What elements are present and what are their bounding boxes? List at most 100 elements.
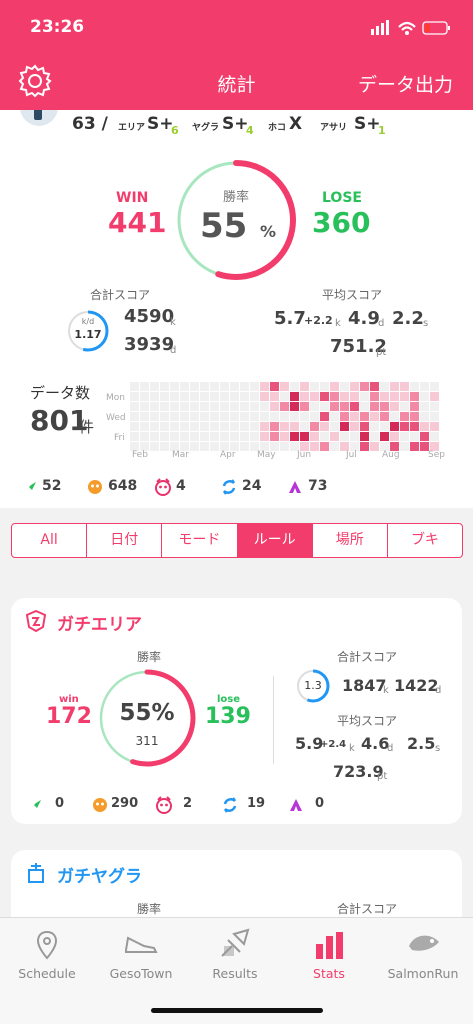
tab-stage[interactable]: 場所 (311, 524, 387, 557)
heatmap-cell (260, 422, 269, 431)
heatmap-cell (130, 392, 139, 401)
heatmap-cell (360, 402, 369, 411)
area-total-score-label: 合計スコア (337, 650, 398, 664)
splat-zones-icon (25, 609, 47, 636)
area-mode-count-rainmaker: 2 (183, 796, 193, 811)
heatmap-cell (280, 382, 289, 391)
heatmap-cell (250, 422, 259, 431)
heatmap-cell (330, 432, 339, 441)
rank-label-tower: ヤグラ (192, 123, 220, 133)
heatmap-cell (380, 422, 389, 431)
heatmap-cell (230, 412, 239, 421)
heatmap-cell (200, 412, 209, 421)
heatmap-cell (140, 402, 149, 411)
heatmap-cell (270, 422, 279, 431)
area-avg-deaths: 4.6 (361, 734, 390, 753)
heatmap-cell (370, 422, 379, 431)
heatmap-cell (400, 412, 409, 421)
heatmap-cell (380, 412, 389, 421)
heatmap-cell (240, 382, 249, 391)
tower-control-icon (287, 796, 305, 818)
heatmap-cell (170, 392, 179, 401)
heatmap-cell (140, 422, 149, 431)
heatmap-cell (370, 412, 379, 421)
heatmap-cell (260, 402, 269, 411)
heatmap-cell (150, 422, 159, 431)
heatmap-cell (160, 392, 169, 401)
kd-label: k/d (81, 317, 95, 326)
heatmap-cell (310, 432, 319, 441)
heatmap-cell (350, 412, 359, 421)
heatmap-cell (150, 392, 159, 401)
tower-control-icon (25, 862, 47, 888)
avg-specials-unit: s (423, 318, 429, 329)
avg-points-unit: pt (376, 347, 387, 358)
heatmap-cell (290, 382, 299, 391)
heatmap-cell (420, 412, 429, 421)
heatmap-cell (270, 382, 279, 391)
heatmap-cell (200, 442, 209, 451)
heatmap-cell (150, 442, 159, 451)
heatmap-cell (150, 432, 159, 441)
yagura-rate-label: 勝率 (137, 902, 162, 916)
heatmap-cell (140, 382, 149, 391)
data-count-label: データ数 (30, 384, 91, 402)
area-total-kills: 1847 (342, 676, 387, 695)
export-data-button[interactable]: データ出力 (358, 70, 453, 97)
heatmap-month-feb: Feb (132, 450, 148, 460)
area-lose-count: 139 (205, 704, 251, 729)
heatmap-cell (300, 422, 309, 431)
heatmap-cell (300, 382, 309, 391)
heatmap-cell (290, 412, 299, 421)
tab-weapon[interactable]: ブキ (386, 524, 462, 557)
map-pin-icon (36, 930, 58, 960)
heatmap-cell (370, 382, 379, 391)
card-divider (273, 676, 274, 764)
heatmap-cell (400, 442, 409, 451)
tab-all[interactable]: All (12, 524, 86, 557)
avg-deaths: 4.9 (348, 308, 380, 329)
heatmap-cell (320, 432, 329, 441)
rainmaker-icon (154, 478, 172, 500)
heatmap-cell (280, 442, 289, 451)
total-score-label: 合計スコア (90, 288, 151, 302)
heatmap-cell (340, 432, 349, 441)
heatmap-cell (240, 392, 249, 401)
area-avg-kills-unit: k (349, 743, 355, 754)
area-total-deaths-unit: d (435, 685, 442, 696)
heatmap-cell (420, 382, 429, 391)
tab-salmonrun-label: SalmonRun (387, 966, 459, 981)
heatmap-cell (390, 402, 399, 411)
heatmap-cell (170, 432, 179, 441)
heatmap-cell (210, 382, 219, 391)
heatmap-cell (330, 402, 339, 411)
tab-rule[interactable]: ルール (236, 524, 312, 557)
heatmap-cell (360, 432, 369, 441)
heatmap-cell (310, 382, 319, 391)
heatmap-cell (380, 432, 389, 441)
heatmap-cell (310, 392, 319, 401)
heatmap-cell (430, 432, 439, 441)
tab-date[interactable]: 日付 (86, 524, 161, 557)
tab-mode[interactable]: モード (161, 524, 236, 557)
total-deaths-unit: d (170, 345, 177, 356)
heatmap-cell (290, 422, 299, 431)
heatmap-cell (130, 412, 139, 421)
splat-zones-card[interactable]: ガチエリア 勝率 win 172 lose 139 55% 311 合計スコア … (11, 598, 462, 824)
heatmap-cell (400, 432, 409, 441)
heatmap-cell (320, 412, 329, 421)
heatmap-cell (180, 412, 189, 421)
turf-war-icon (20, 480, 38, 500)
area-avg-points-unit: pt (377, 771, 388, 782)
nav-header: 23:26 統計 データ出力 (0, 0, 473, 110)
heatmap-cell (360, 422, 369, 431)
heatmap-cell (430, 392, 439, 401)
heatmap-cell (220, 382, 229, 391)
area-total-games: 311 (135, 734, 159, 748)
area-mode-count-salmon: 290 (111, 796, 139, 811)
mode-count-rainmaker: 4 (176, 478, 186, 494)
heatmap-cell (220, 402, 229, 411)
mode-count-turf: 52 (42, 478, 62, 494)
heatmap-month-sep: Sep (428, 450, 445, 460)
overall-stats-card: 63 / エリア S+ 6 ヤグラ S+ 4 ホコ X アサリ S+ 1 WIN… (0, 102, 473, 508)
